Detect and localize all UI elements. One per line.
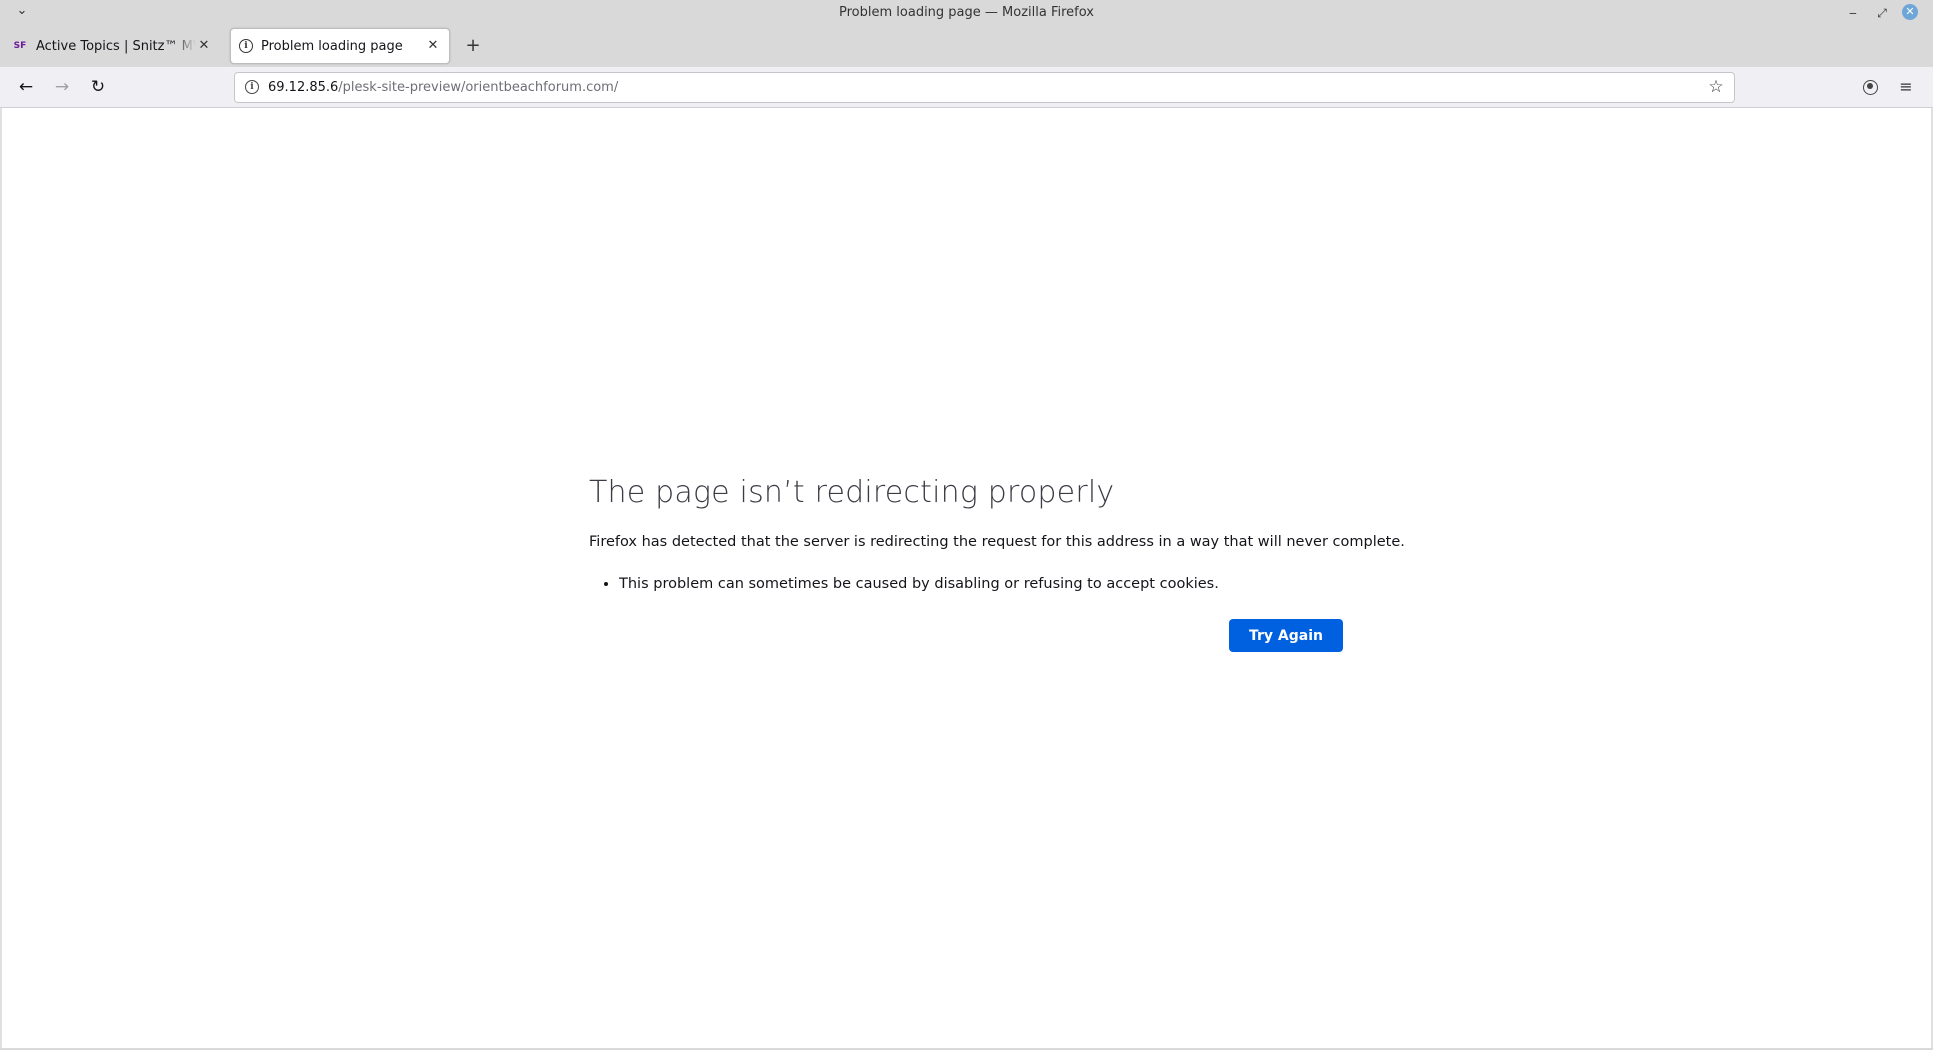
error-suggestion-list: This problem can sometimes be caused by …: [589, 573, 1349, 595]
tab-active-topics[interactable]: SF Active Topics | Snitz™ MVC Forum ✕: [8, 28, 220, 64]
reload-icon[interactable]: ↻: [86, 75, 110, 99]
maximize-button[interactable]: ⤢: [1873, 4, 1891, 22]
tab-close-icon[interactable]: ✕: [425, 38, 441, 54]
close-window-button[interactable]: ✕: [1902, 4, 1918, 20]
firefox-window: ⌄ Problem loading page — Mozilla Firefox…: [0, 0, 1933, 1050]
error-description: Firefox has detected that the server is …: [589, 534, 1405, 550]
back-arrow-icon[interactable]: ←: [14, 75, 38, 99]
hamburger-menu-icon[interactable]: ≡: [1894, 75, 1918, 99]
new-tab-plus-icon[interactable]: +: [462, 35, 484, 57]
bookmark-star-icon[interactable]: ☆: [1706, 77, 1726, 97]
url-path: /plesk-site-preview/orientbeachforum.com…: [338, 80, 619, 95]
url-bar[interactable]: i 69.12.85.6/plesk-site-preview/orientbe…: [234, 72, 1735, 103]
title-bar: ⌄ Problem loading page — Mozilla Firefox…: [0, 0, 1933, 27]
url-host: 69.12.85.6: [268, 80, 339, 95]
account-avatar-icon: [1862, 80, 1878, 95]
url-text[interactable]: 69.12.85.6/plesk-site-preview/orientbeac…: [268, 80, 618, 95]
error-suggestion-item: This problem can sometimes be caused by …: [619, 573, 1349, 595]
tab-close-icon[interactable]: ✕: [196, 38, 212, 54]
error-title: The page isn’t redirecting properly: [589, 475, 1115, 510]
tab-problem-loading-page[interactable]: i Problem loading page ✕: [230, 28, 450, 64]
tab-strip: SF Active Topics | Snitz™ MVC Forum ✕ i …: [0, 27, 1933, 67]
account-button[interactable]: [1858, 75, 1882, 99]
site-info-icon[interactable]: i: [245, 80, 259, 94]
forward-arrow-icon[interactable]: →: [50, 75, 74, 99]
button-row: Try Again: [589, 619, 1349, 653]
error-container: The page isn’t redirecting properly Fire…: [589, 473, 1405, 653]
window-title: Problem loading page — Mozilla Firefox: [839, 5, 1094, 20]
navigation-toolbar: ← → ↻ i 69.12.85.6/plesk-site-preview/or…: [0, 67, 1933, 108]
info-icon: i: [239, 39, 253, 53]
try-again-button[interactable]: Try Again: [1229, 619, 1343, 652]
page-content: The page isn’t redirecting properly Fire…: [0, 108, 1933, 1048]
minimize-button[interactable]: ‒: [1844, 4, 1862, 22]
tab-label: Problem loading page: [261, 38, 403, 54]
snitz-favicon-icon: SF: [13, 41, 27, 51]
tab-label: Active Topics | Snitz™ MVC Forum: [36, 38, 196, 54]
